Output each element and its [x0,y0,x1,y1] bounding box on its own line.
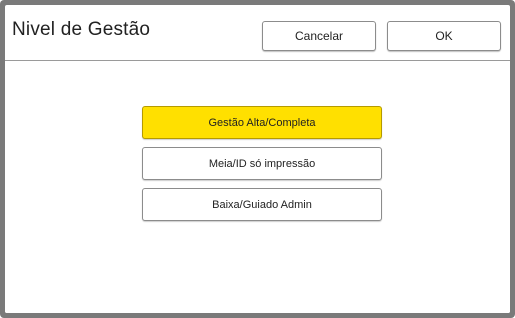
option-high-full[interactable]: Gestão Alta/Completa [142,106,382,139]
option-low-guided-admin[interactable]: Baixa/Guiado Admin [142,188,382,221]
dialog-frame: Nivel de Gestão Cancelar OK Gestão Alta/… [0,0,515,318]
dialog-panel: Nivel de Gestão Cancelar OK Gestão Alta/… [5,5,510,313]
cancel-button[interactable]: Cancelar [262,21,376,51]
ok-button[interactable]: OK [387,21,501,51]
option-medium-id-print-only[interactable]: Meia/ID só impressão [142,147,382,180]
dialog-header: Nivel de Gestão Cancelar OK [5,5,510,61]
dialog-title: Nivel de Gestão [12,19,151,40]
management-level-options: Gestão Alta/Completa Meia/ID só impressã… [142,106,382,229]
